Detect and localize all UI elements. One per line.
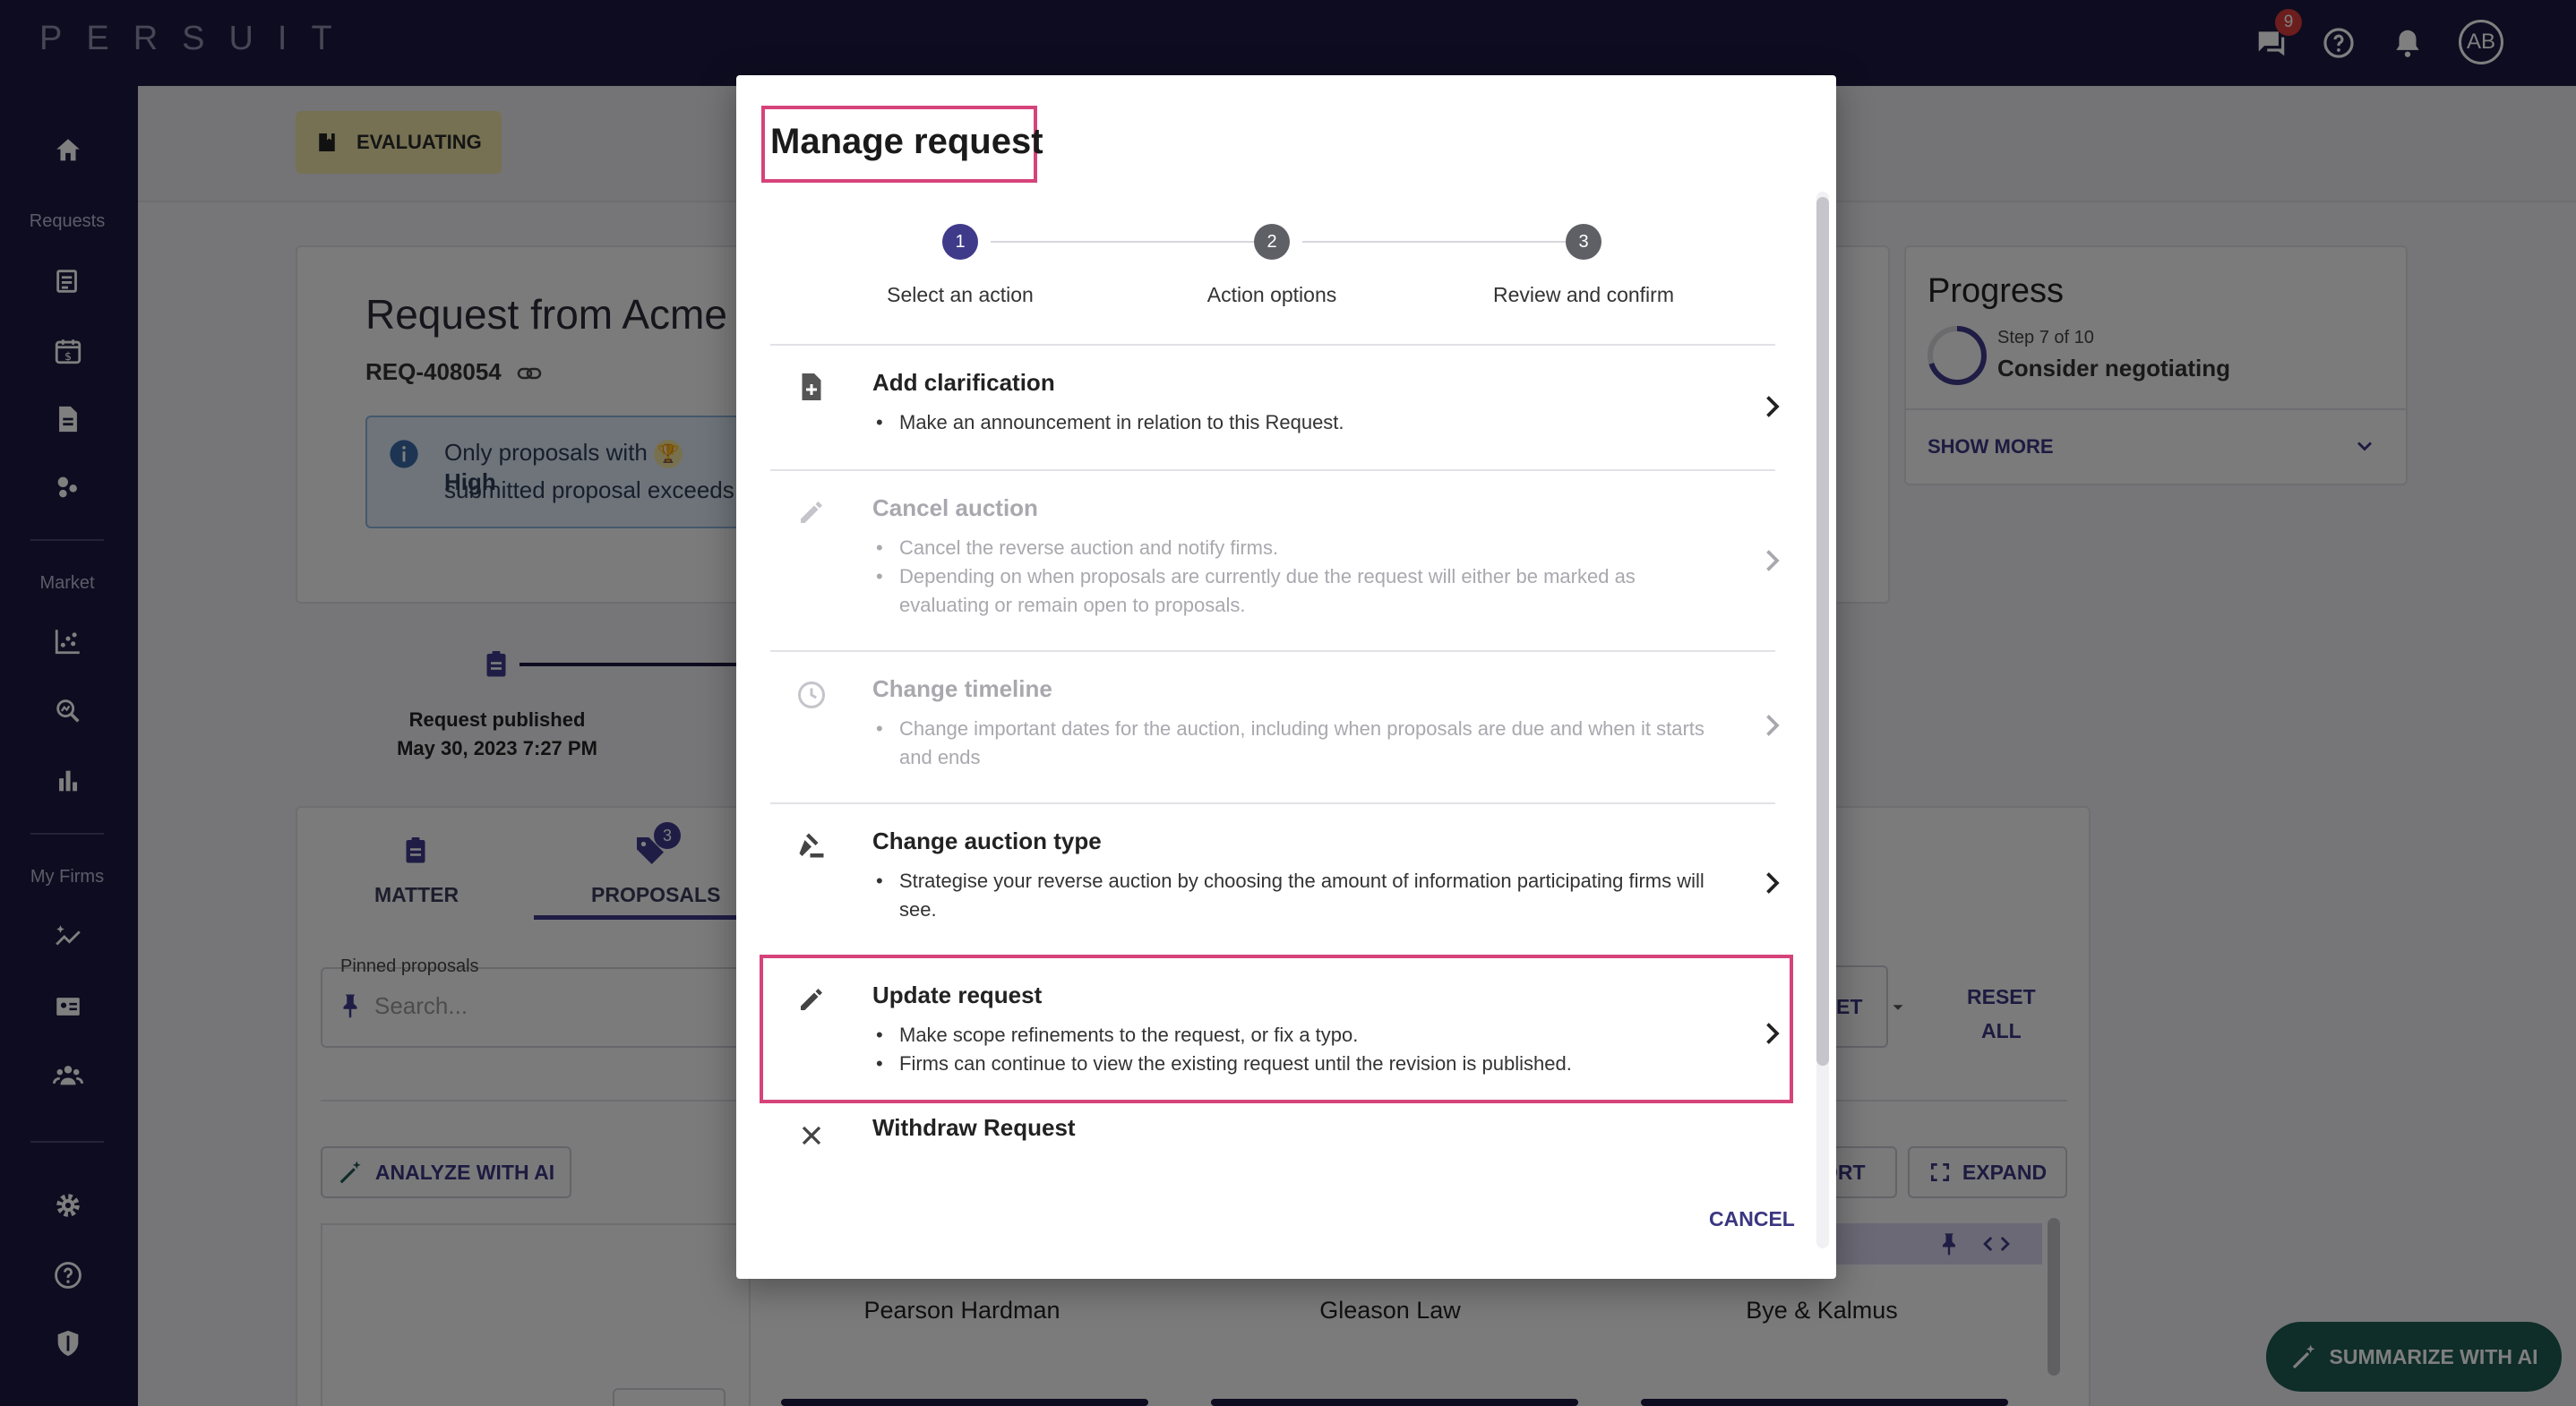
- step-2-label: Action options: [1206, 283, 1337, 306]
- manage-request-dialog: Manage request 1 2 3 Select an action Ac…: [736, 75, 1836, 1279]
- step-1-indicator: 1: [942, 224, 978, 260]
- stepper-connector: [1302, 241, 1571, 243]
- action-description: Cancel the reverse auction and notify fi…: [872, 534, 1723, 620]
- chevron-right-icon: [1766, 550, 1780, 571]
- clock-icon: [794, 677, 829, 713]
- action-cancel-auction: Cancel auction Cancel the reverse auctio…: [770, 469, 1780, 650]
- action-description: Strategise your reverse auction by choos…: [872, 867, 1723, 924]
- note-add-icon: [794, 369, 829, 405]
- action-bullet: Cancel the reverse auction and notify fi…: [872, 534, 1723, 562]
- action-title: Add clarification: [872, 369, 1055, 396]
- action-title: Cancel auction: [872, 494, 1038, 521]
- action-bullet: Depending on when proposals are currentl…: [872, 562, 1723, 620]
- action-bullet: Strategise your reverse auction by choos…: [872, 867, 1723, 924]
- chevron-right-icon: [1766, 396, 1780, 417]
- pencil-icon: [794, 494, 829, 530]
- action-description: Change important dates for the auction, …: [872, 715, 1723, 772]
- action-withdraw-request[interactable]: Withdraw Request: [770, 1109, 1775, 1168]
- step-2-indicator: 2: [1254, 224, 1290, 260]
- action-title: Change timeline: [872, 675, 1052, 702]
- dialog-scrollbar-thumb[interactable]: [1816, 197, 1829, 1066]
- step-1-label: Select an action: [887, 283, 1034, 306]
- cancel-button[interactable]: CANCEL: [1709, 1207, 1795, 1231]
- dialog-content-fade: [754, 1164, 1811, 1191]
- chevron-right-icon: [1766, 872, 1780, 894]
- step-3-indicator: 3: [1566, 224, 1601, 260]
- dialog-title: Manage request: [770, 122, 1043, 161]
- action-title: Withdraw Request: [872, 1114, 1076, 1141]
- gavel-icon: [794, 827, 829, 863]
- action-bullet: Make an announcement in relation to this…: [872, 408, 1723, 437]
- action-change-auction-type[interactable]: Change auction type Strategise your reve…: [770, 802, 1780, 955]
- stepper-connector: [991, 241, 1259, 243]
- step-3-label: Review and confirm: [1493, 283, 1674, 306]
- action-add-clarification[interactable]: Add clarification Make an announcement i…: [770, 344, 1780, 469]
- chevron-right-icon: [1766, 715, 1780, 736]
- action-description: Make an announcement in relation to this…: [872, 408, 1723, 437]
- close-icon: [794, 1118, 829, 1153]
- action-change-timeline: Change timeline Change important dates f…: [770, 650, 1780, 802]
- action-title: Change auction type: [872, 827, 1102, 854]
- action-bullet: Change important dates for the auction, …: [872, 715, 1723, 772]
- update-request-highlight-box: [760, 955, 1793, 1103]
